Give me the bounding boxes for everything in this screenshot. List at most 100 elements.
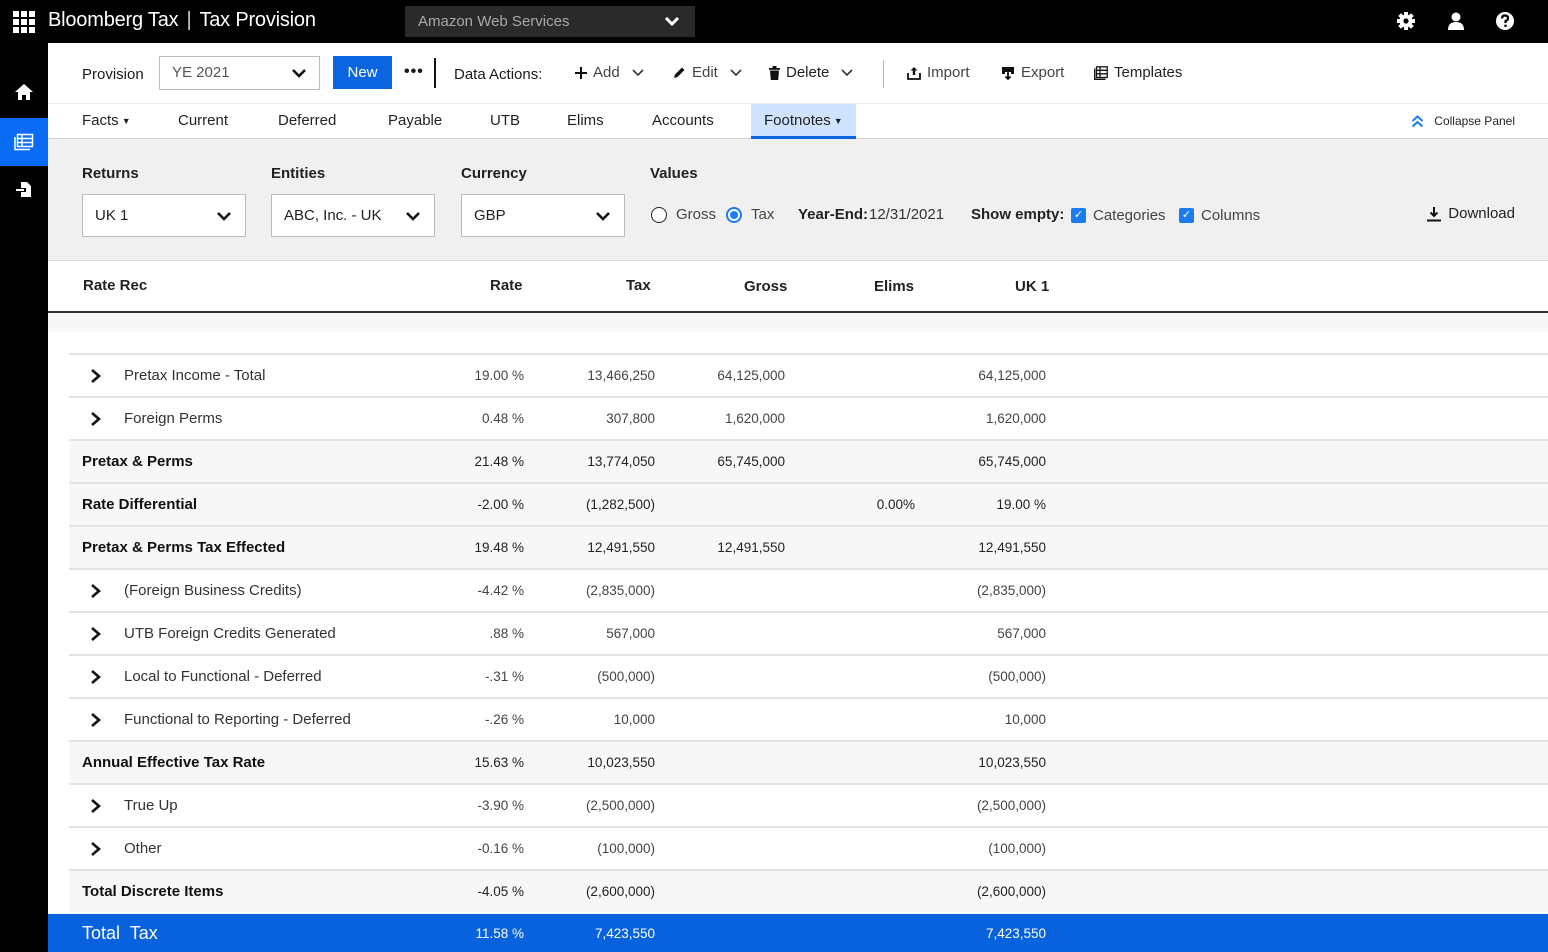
pencil-icon <box>674 67 685 78</box>
app-grid-icon[interactable] <box>13 11 35 33</box>
more-options-button[interactable]: ••• <box>404 63 424 81</box>
column-header-uk1[interactable]: UK 1 <box>1015 278 1049 295</box>
rail-item-rate-rec[interactable] <box>0 118 48 166</box>
chevron-right-icon[interactable] <box>89 625 103 643</box>
chevron-down-icon <box>664 16 680 27</box>
collapse-panel-button[interactable]: Collapse Panel <box>1411 114 1515 128</box>
columns-checkbox-label: Columns <box>1201 207 1261 224</box>
table-row[interactable]: Functional to Reporting - Deferred -.26 %… <box>69 697 1548 740</box>
cell-tax: (500,000) <box>597 669 655 684</box>
row-label: Other <box>124 840 162 857</box>
table-row[interactable]: UTB Foreign Credits Generated .88 % 567,00… <box>69 611 1548 654</box>
column-header-elims[interactable]: Elims <box>874 278 914 295</box>
returns-select[interactable]: UK 1 <box>82 194 246 237</box>
tab-utb[interactable]: UTB <box>490 104 520 139</box>
import-button[interactable]: Import <box>907 64 970 81</box>
table-row[interactable]: Foreign Perms 0.48 % 307,800 1,620,000 1,620… <box>69 396 1548 439</box>
cell-tax: 307,800 <box>606 411 655 426</box>
tab-facts[interactable]: Facts ▼ <box>82 104 131 139</box>
chevron-right-icon[interactable] <box>89 797 103 815</box>
export-button[interactable]: Export <box>1001 64 1064 81</box>
tax-radio[interactable] <box>726 207 742 223</box>
table-row[interactable]: Local to Functional - Deferred -.31 % (500… <box>69 654 1548 697</box>
chevron-right-icon[interactable] <box>89 840 103 858</box>
templates-icon <box>1094 65 1108 80</box>
cell-tax: 10,023,550 <box>587 755 655 770</box>
download-icon <box>1427 206 1442 221</box>
cell-uk1: (2,600,000) <box>976 884 1046 899</box>
company-select[interactable]: Amazon Web Services <box>405 6 695 37</box>
rail-item-home[interactable] <box>0 68 48 116</box>
table-row[interactable]: (Foreign Business Credits) -4.42 % (2,835,… <box>69 568 1548 611</box>
import-label: Import <box>927 64 970 81</box>
top-bar: Bloomberg Tax | Tax Provision Amazon Web S… <box>0 0 1548 43</box>
row-label: UTB Foreign Credits Generated <box>124 625 336 642</box>
tab-current[interactable]: Current <box>178 104 228 139</box>
tab-label: UTB <box>490 112 520 129</box>
help-icon[interactable] <box>1495 11 1515 31</box>
cell-rate: 19.48 % <box>474 540 524 555</box>
tab-label: Accounts <box>652 112 714 129</box>
divider <box>883 60 884 88</box>
tab-elims[interactable]: Elims <box>567 104 604 139</box>
currency-select[interactable]: GBP <box>461 194 625 237</box>
column-header-rate-rec[interactable]: Rate Rec <box>83 277 147 294</box>
upload-icon <box>907 66 921 80</box>
tab-label: Footnotes <box>764 112 831 129</box>
cell-elims: 0.00% <box>876 497 915 512</box>
cell-rate: -2.00 % <box>477 497 524 512</box>
cell-uk1: (2,835,000) <box>976 583 1046 598</box>
product-name: Tax Provision <box>199 9 316 31</box>
returns-select-value: UK 1 <box>95 207 129 224</box>
cell-rate: .88 % <box>489 626 524 641</box>
templates-button[interactable]: Templates <box>1094 64 1182 81</box>
tab-accounts[interactable]: Accounts <box>652 104 714 139</box>
cell-uk1: (100,000) <box>988 841 1046 856</box>
entities-select[interactable]: ABC, Inc. - UK <box>271 194 435 237</box>
tab-payable[interactable]: Payable <box>388 104 442 139</box>
double-chevron-up-icon <box>1412 114 1424 127</box>
chevron-right-icon[interactable] <box>89 410 103 428</box>
delete-button[interactable]: Delete <box>769 64 853 81</box>
tab-footnotes[interactable]: Footnotes ▼ <box>751 104 856 139</box>
gross-radio-label: Gross <box>676 206 717 223</box>
title-separator: | <box>186 9 192 31</box>
column-header-tax[interactable]: Tax <box>626 277 651 294</box>
app-title: Bloomberg Tax | Tax Provision <box>48 9 316 32</box>
chevron-down-icon <box>406 212 420 221</box>
add-button[interactable]: Add <box>575 64 644 81</box>
column-header-gross[interactable]: Gross <box>744 278 787 295</box>
column-header-rate[interactable]: Rate <box>490 277 523 294</box>
chevron-right-icon[interactable] <box>89 711 103 729</box>
templates-label: Templates <box>1114 64 1183 81</box>
user-icon[interactable] <box>1446 11 1466 31</box>
new-button[interactable]: New <box>333 56 392 89</box>
table-row[interactable]: True Up -3.90 % (2,500,000) (2,500,000) <box>69 783 1548 826</box>
columns-checkbox[interactable]: ✓ <box>1179 208 1194 223</box>
download-button[interactable]: Download <box>1426 205 1515 222</box>
provision-select[interactable]: YE 2021 <box>159 56 320 90</box>
trash-icon <box>769 65 780 80</box>
home-icon <box>15 84 33 100</box>
edit-button[interactable]: Edit <box>673 64 742 81</box>
row-label: Pretax Income - Total <box>124 367 266 384</box>
values-label: Values <box>650 165 698 182</box>
subtotal-row: Pretax & Perms 21.48 % 13,774,050 65,745,00… <box>69 439 1548 482</box>
chevron-down-icon <box>596 212 610 221</box>
row-label: (Foreign Business Credits) <box>124 582 302 599</box>
provision-label: Provision <box>82 66 144 83</box>
chevron-right-icon[interactable] <box>89 668 103 686</box>
caret-down-icon: ▼ <box>121 115 131 126</box>
table-row[interactable]: Other -0.16 % (100,000) (100,000) <box>69 826 1548 869</box>
cell-uk1: 65,745,000 <box>978 454 1046 469</box>
chevron-right-icon[interactable] <box>89 582 103 600</box>
gear-icon[interactable] <box>1396 11 1416 31</box>
rail-item-reports[interactable] <box>0 165 48 213</box>
chevron-right-icon[interactable] <box>89 367 103 385</box>
cell-tax: 567,000 <box>606 626 655 641</box>
tab-deferred[interactable]: Deferred <box>278 104 336 139</box>
cell-rate: -.31 % <box>484 669 524 684</box>
table-row[interactable]: Pretax Income - Total 19.00 % 13,466,250 64… <box>69 353 1548 396</box>
gross-radio[interactable] <box>651 207 667 223</box>
categories-checkbox[interactable]: ✓ <box>1071 208 1086 223</box>
